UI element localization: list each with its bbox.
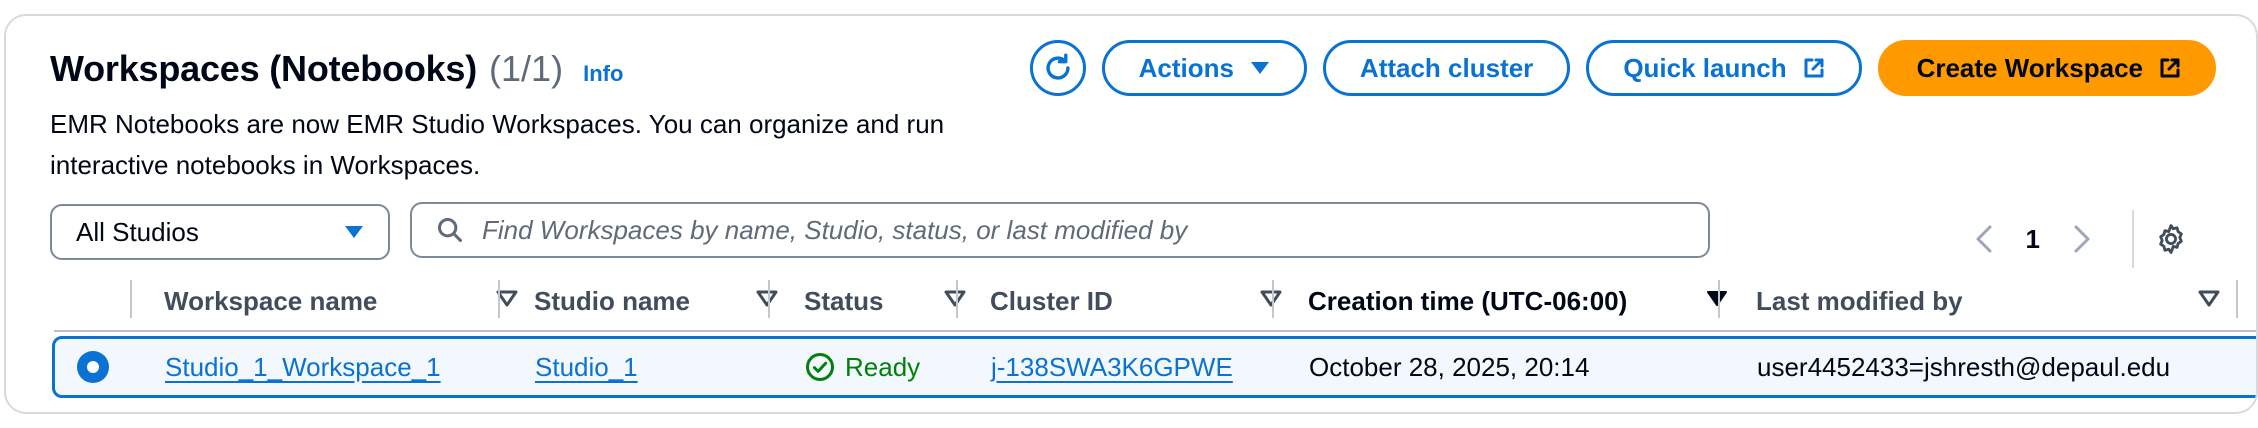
cell-last-modified-by: user4452433=jshresth@depaul.edu	[1757, 351, 2171, 382]
cell-workspace-name: Studio_1_Workspace_1	[165, 339, 441, 395]
search-input[interactable]: Find Workspaces by name, Studio, status,…	[410, 202, 1710, 258]
cluster-id-link[interactable]: j-138SWA3K6GPWE	[991, 352, 1233, 383]
column-header-creation-time[interactable]: Creation time (UTC-06:00)	[1308, 272, 1754, 330]
workspaces-panel: Workspaces (Notebooks) (1/1) Info EMR No…	[4, 14, 2258, 414]
row-select-radio[interactable]	[77, 351, 109, 383]
external-link-icon	[2160, 58, 2180, 78]
panel-header: Workspaces (Notebooks) (1/1) Info	[50, 48, 623, 90]
preferences-button[interactable]	[2154, 222, 2188, 256]
sort-icon	[1260, 290, 1282, 307]
radio-selected-dot	[87, 361, 99, 373]
sort-icon	[944, 290, 966, 307]
sort-descending-icon	[1707, 291, 1727, 306]
column-header-label: Creation time (UTC-06:00)	[1308, 285, 1628, 316]
sort-icon	[2198, 290, 2220, 307]
column-divider	[768, 280, 770, 318]
studio-filter-select[interactable]: All Studios	[50, 204, 390, 260]
column-header-label: Workspace name	[164, 285, 378, 316]
attach-cluster-button[interactable]: Attach cluster	[1322, 40, 1571, 96]
column-divider	[956, 280, 958, 318]
status-text: Ready	[845, 351, 921, 382]
refresh-button[interactable]	[1029, 40, 1086, 96]
column-header-studio-name[interactable]: Studio name	[534, 272, 804, 330]
column-header-label: Status	[804, 285, 884, 316]
studio-name-link[interactable]: Studio_1	[535, 352, 638, 383]
workspace-name-link[interactable]: Studio_1_Workspace_1	[165, 352, 441, 383]
column-header-label: Cluster ID	[990, 285, 1113, 316]
info-link[interactable]: Info	[583, 61, 623, 87]
next-page-button[interactable]	[2062, 224, 2102, 254]
search-icon	[437, 217, 463, 243]
table-header-divider	[54, 330, 2256, 332]
column-header-last-modified-by[interactable]: Last modified by	[1756, 272, 2246, 330]
sort-icon	[756, 290, 778, 307]
quick-launch-button[interactable]: Quick launch	[1586, 40, 1862, 96]
external-link-icon	[1804, 58, 1824, 78]
table-row[interactable]: Studio_1_Workspace_1 Studio_1 Ready j-13…	[52, 336, 2256, 398]
column-header-status[interactable]: Status	[804, 272, 992, 330]
search-placeholder: Find Workspaces by name, Studio, status,…	[482, 214, 1188, 245]
workspace-count: (1/1)	[489, 48, 564, 89]
cell-creation-time: October 28, 2025, 20:14	[1309, 351, 1590, 382]
create-workspace-button[interactable]: Create Workspace	[1877, 40, 2216, 96]
chevron-left-icon	[1976, 225, 1992, 253]
attach-cluster-label: Attach cluster	[1359, 52, 1534, 83]
column-divider	[2236, 280, 2238, 318]
column-header-workspace-name[interactable]: Workspace name	[164, 272, 544, 330]
page-title: Workspaces (Notebooks)	[50, 48, 478, 89]
column-header-cluster-id[interactable]: Cluster ID	[990, 272, 1308, 330]
column-divider	[130, 280, 132, 318]
actions-dropdown-button[interactable]: Actions	[1101, 40, 1307, 96]
refresh-icon	[1045, 53, 1070, 80]
pagination-divider	[2132, 210, 2134, 268]
previous-page-button[interactable]	[1964, 224, 2004, 254]
cell-status: Ready	[805, 339, 920, 395]
actions-label: Actions	[1138, 52, 1234, 83]
column-divider	[1272, 280, 1274, 318]
header-actions: Actions Attach cluster Quick launch Crea…	[1029, 40, 2216, 96]
quick-launch-label: Quick launch	[1623, 52, 1787, 83]
caret-down-icon	[1250, 62, 1269, 74]
create-workspace-label: Create Workspace	[1916, 52, 2143, 83]
current-page-number[interactable]: 1	[2026, 224, 2040, 255]
cell-cluster-id: j-138SWA3K6GPWE	[991, 339, 1233, 395]
pagination: 1	[1964, 210, 2188, 268]
column-header-label: Last modified by	[1756, 285, 1963, 316]
column-divider	[498, 280, 500, 318]
studio-filter-value: All Studios	[76, 216, 199, 247]
status-check-icon	[806, 353, 834, 381]
column-divider	[1718, 280, 1720, 318]
chevron-right-icon	[2074, 225, 2090, 253]
gear-icon	[2159, 224, 2183, 254]
cell-studio-name: Studio_1	[535, 339, 638, 395]
table-header: Workspace name Studio name Status Cluste…	[54, 272, 2256, 330]
caret-down-icon	[345, 226, 363, 238]
column-header-label: Studio name	[534, 285, 691, 316]
panel-description: EMR Notebooks are now EMR Studio Workspa…	[50, 109, 945, 180]
